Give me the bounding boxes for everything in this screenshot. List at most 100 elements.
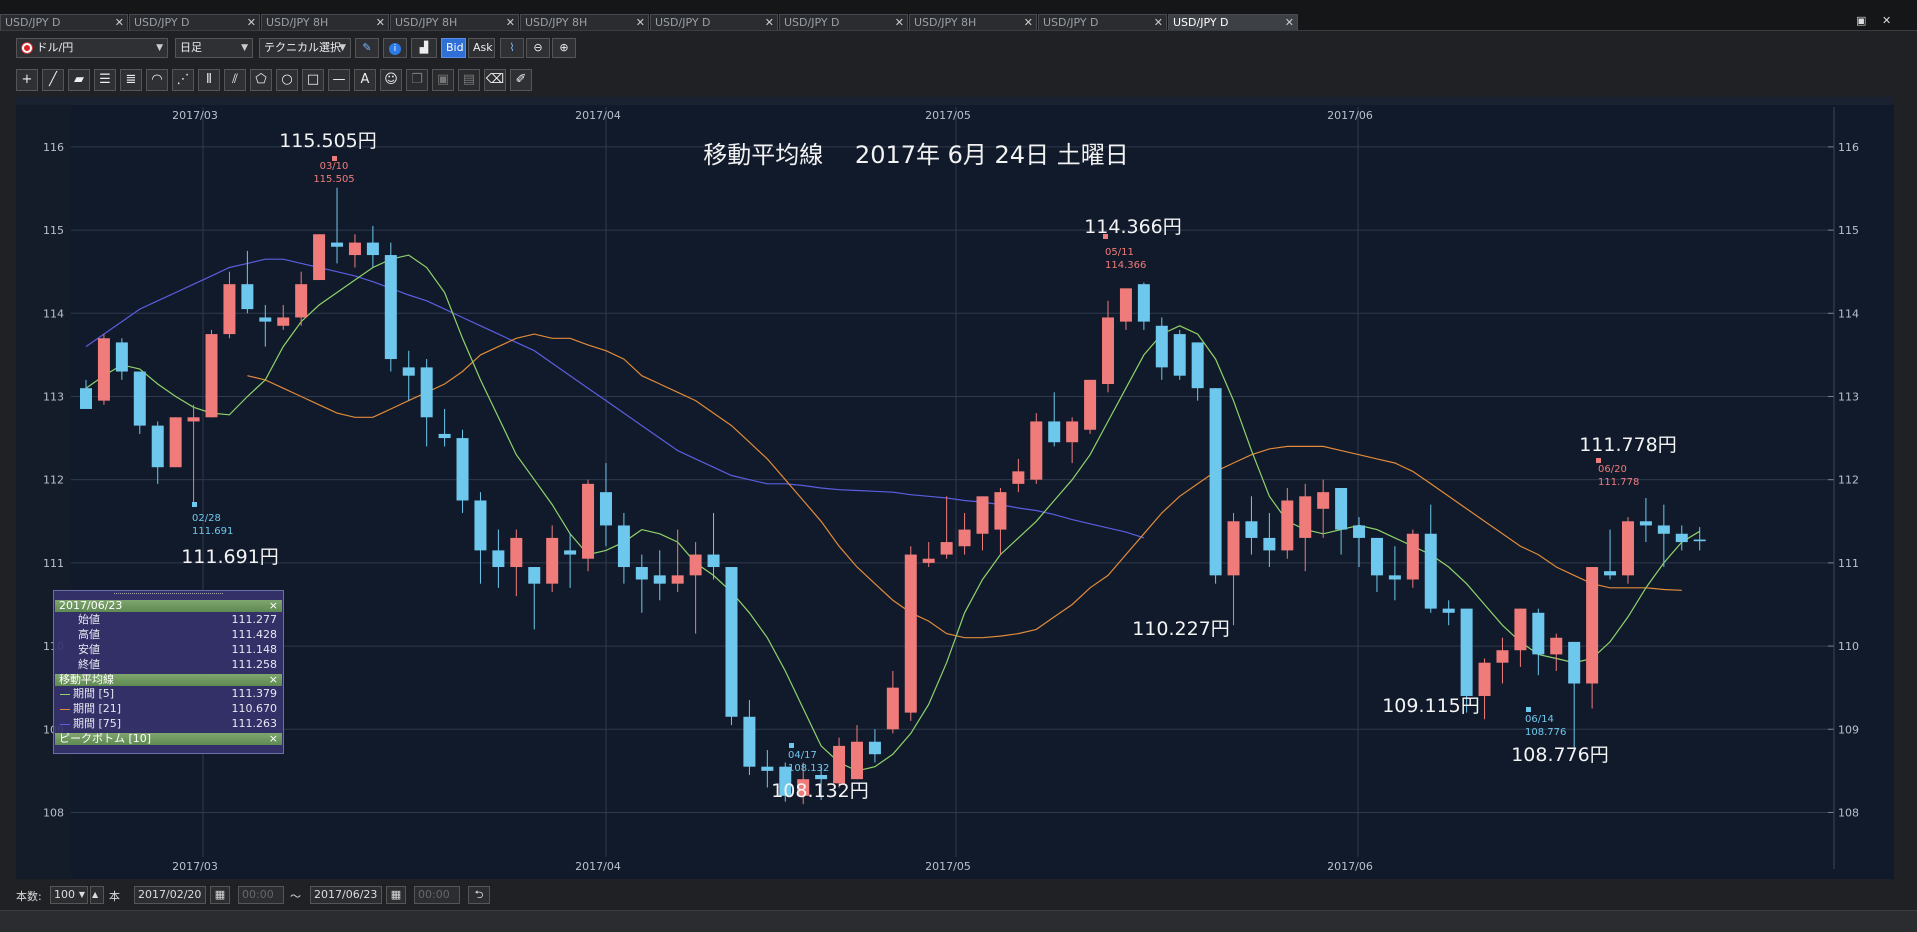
peak-value: 114.366 — [1105, 260, 1146, 271]
text-icon[interactable]: A — [354, 69, 376, 91]
indicator-icon[interactable]: ⌇ — [500, 38, 524, 58]
count-up-icon[interactable]: ▲ — [90, 886, 104, 904]
drag-handle[interactable] — [114, 593, 223, 598]
close-icon[interactable]: × — [269, 674, 278, 686]
tab-close-icon[interactable]: ✕ — [1024, 15, 1033, 30]
candle-body — [313, 234, 326, 281]
ma-label: 期間 [75] — [73, 717, 122, 730]
candle-body — [187, 417, 200, 422]
count-select[interactable]: 100 ▼ — [50, 886, 88, 904]
fibonacci-icon[interactable]: ≣ — [120, 69, 142, 91]
calendar-icon[interactable]: ▦ — [210, 886, 230, 904]
tab-5[interactable]: USD/JPY 8H ✕ — [520, 14, 649, 30]
candle-body — [1424, 533, 1437, 609]
info-panel[interactable]: 2017/06/23 × 始値 111.277 高値 111.428 安値 111.148… — [53, 590, 284, 754]
tab-close-icon[interactable]: ✕ — [895, 15, 904, 30]
ask-button[interactable]: Ask — [468, 38, 495, 58]
tab-6[interactable]: USD/JPY D ✕ — [650, 14, 778, 30]
candle-body — [1675, 533, 1688, 543]
candle-body — [456, 438, 469, 501]
arc-icon[interactable]: ◠ — [146, 69, 168, 91]
technical-select[interactable]: テクニカル選択 ▼ — [259, 38, 351, 58]
tab-bar: USD/JPY D ✕ USD/JPY D ✕ USD/JPY 8H ✕ USD/JPY 8… — [0, 0, 1917, 31]
x-tick-label-top: 2017/03 — [172, 109, 218, 122]
crosshair-icon[interactable]: + — [16, 69, 38, 91]
peak-label: 115.505円 — [279, 130, 377, 152]
circle-icon[interactable]: ○ — [276, 69, 298, 91]
rectangle-icon[interactable]: □ — [302, 69, 324, 91]
candle-body — [850, 741, 863, 780]
tab-close-icon[interactable]: ✕ — [636, 15, 645, 30]
fan-icon[interactable]: ⋰ — [172, 69, 194, 91]
trendline-icon[interactable]: ╱ — [42, 69, 64, 91]
erase-all-icon[interactable]: ✐ — [510, 69, 532, 91]
refresh-icon[interactable]: ⮌ — [468, 886, 490, 904]
vertical-lines-icon[interactable]: ⦀ — [198, 69, 220, 91]
price-chart[interactable]: 116 116 115 115 114 114 113 113 112 112 111 111 110 1… — [16, 97, 1894, 879]
peak-label: 109.115円 — [1382, 695, 1480, 717]
x-tick-label-bottom: 2017/04 — [575, 860, 621, 873]
close-icon[interactable]: × — [269, 600, 278, 612]
status-bar — [0, 881, 1917, 909]
maximize-icon[interactable]: ▣ — [1856, 14, 1866, 27]
tab-9[interactable]: USD/JPY D ✕ — [1038, 14, 1167, 30]
layer-icon[interactable]: ▣ — [432, 69, 454, 91]
close-icon[interactable]: × — [269, 733, 278, 745]
y-tick-label-right: 110 — [1838, 640, 1859, 653]
candle-body — [1496, 650, 1509, 663]
candle-body — [1102, 317, 1115, 385]
horizontal-line-icon[interactable]: — — [328, 69, 350, 91]
tab-close-icon[interactable]: ✕ — [765, 15, 774, 30]
tab-10[interactable]: USD/JPY D ✕ — [1168, 14, 1298, 30]
tab-close-icon[interactable]: ✕ — [1154, 15, 1163, 30]
bid-button[interactable]: Bid — [441, 38, 466, 58]
candle-body — [689, 554, 702, 576]
tab-close-icon[interactable]: ✕ — [1285, 15, 1294, 30]
tab-close-icon[interactable]: ✕ — [506, 15, 515, 30]
chart-type-icon[interactable]: ▟ — [411, 38, 437, 58]
emoji-icon[interactable]: ☺ — [380, 69, 402, 91]
zoom-in-icon[interactable]: ⊕ — [552, 38, 576, 58]
end-time-field[interactable]: 00:00 — [414, 886, 460, 904]
tab-7[interactable]: USD/JPY D ✕ — [779, 14, 908, 30]
candle-body — [1227, 521, 1240, 576]
start-date-field[interactable]: 2017/02/20 — [134, 886, 206, 904]
ruler-icon[interactable]: ▰ — [68, 69, 90, 91]
y-tick-label-right: 111 — [1838, 557, 1859, 570]
candle-body — [994, 492, 1007, 530]
tab-close-icon[interactable]: ✕ — [115, 15, 124, 30]
channel-icon[interactable]: ⫽ — [224, 69, 246, 91]
tab-close-icon[interactable]: ✕ — [376, 15, 385, 30]
pentagon-icon[interactable]: ⬠ — [250, 69, 272, 91]
ohlc-row: 終値 111.258 — [54, 657, 283, 672]
tab-4[interactable]: USD/JPY 8H ✕ — [390, 14, 519, 30]
tab-3[interactable]: USD/JPY 8H ✕ — [261, 14, 389, 30]
end-date-field[interactable]: 2017/06/23 — [310, 886, 382, 904]
pair-select[interactable]: ドル/円 ▼ — [16, 38, 168, 58]
peak-value: 108.776 — [1525, 727, 1566, 738]
candle-body — [366, 242, 379, 256]
candle-body — [1281, 500, 1294, 551]
candle-body — [259, 317, 272, 322]
info-date-header: 2017/06/23 × — [55, 600, 282, 612]
info-icon[interactable]: i — [383, 38, 407, 58]
pen-icon[interactable]: ✎ — [355, 38, 379, 58]
zoom-out-icon[interactable]: ⊖ — [526, 38, 550, 58]
tab-8[interactable]: USD/JPY 8H ✕ — [909, 14, 1037, 30]
x-tick-label-bottom: 2017/05 — [925, 860, 971, 873]
timeframe-select[interactable]: 日足 ▼ — [175, 38, 253, 58]
ma-row: 期間 [21] 110.670 — [54, 701, 283, 716]
tab-close-icon[interactable]: ✕ — [247, 15, 256, 30]
count-label: 本数: — [16, 890, 42, 903]
close-window-icon[interactable]: ✕ — [1882, 14, 1891, 27]
calendar-icon[interactable]: ▦ — [386, 886, 406, 904]
candle-body — [1084, 379, 1097, 430]
horizontal-lines-icon[interactable]: ☰ — [94, 69, 116, 91]
start-time-field[interactable]: 00:00 — [238, 886, 284, 904]
copy-icon[interactable]: ❐ — [406, 69, 428, 91]
tab-1[interactable]: USD/JPY D ✕ — [0, 14, 128, 30]
tab-2[interactable]: USD/JPY D ✕ — [129, 14, 260, 30]
settings-icon[interactable]: ▤ — [458, 69, 480, 91]
candle-body — [707, 554, 720, 568]
eraser-icon[interactable]: ⌫ — [484, 69, 506, 91]
